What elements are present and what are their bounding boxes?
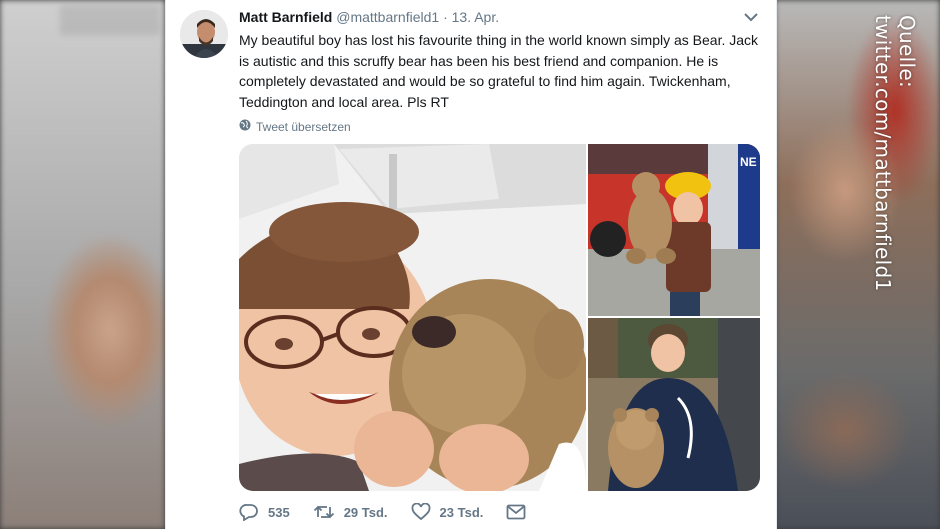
globe-icon [239, 119, 251, 134]
mail-icon [506, 504, 526, 520]
media-grid[interactable]: NE [239, 144, 760, 491]
author-handle[interactable]: @mattbarnfield1 [336, 9, 439, 25]
retweet-count: 29 Tsd. [343, 504, 388, 520]
photo-boy-with-bear-outdoors[interactable] [588, 318, 760, 491]
translate-tweet-link[interactable]: Tweet übersetzen [239, 119, 351, 134]
separator-dot: · [443, 9, 448, 25]
photo-boy-fire-engine[interactable]: NE [588, 144, 760, 316]
author-name[interactable]: Matt Barnfield [239, 9, 332, 25]
svg-text:NE: NE [740, 155, 757, 169]
tweet-card[interactable]: Matt Barnfield @mattbarnfield1 · 13. Apr… [165, 0, 777, 529]
blurred-background-left-strip [60, 5, 160, 35]
source-watermark: Quelle: twitter.com/mattbarnfield1 [871, 15, 919, 292]
retweet-button[interactable]: 29 Tsd. [313, 504, 388, 520]
translate-label: Tweet übersetzen [256, 119, 351, 134]
tweet-date[interactable]: 13. Apr. [452, 9, 499, 25]
tweet-text: My beautiful boy has lost his favourite … [239, 32, 759, 110]
heart-icon [411, 503, 431, 521]
direct-message-button[interactable] [506, 504, 526, 520]
like-button[interactable]: 23 Tsd. [411, 503, 484, 521]
reply-button[interactable]: 535 [239, 503, 290, 521]
like-count: 23 Tsd. [439, 504, 484, 520]
reply-count: 535 [268, 504, 290, 520]
retweet-icon [313, 504, 335, 520]
tweet-actions: 535 29 Tsd. 23 Tsd. [239, 503, 549, 521]
avatar[interactable] [180, 10, 228, 58]
chevron-down-icon[interactable] [743, 10, 759, 22]
tweet-header: Matt Barnfield @mattbarnfield1 · 13. Apr… [239, 9, 499, 25]
reply-icon [239, 503, 259, 521]
photo-boy-with-bear[interactable] [239, 144, 586, 491]
blurred-background-left [0, 0, 165, 529]
